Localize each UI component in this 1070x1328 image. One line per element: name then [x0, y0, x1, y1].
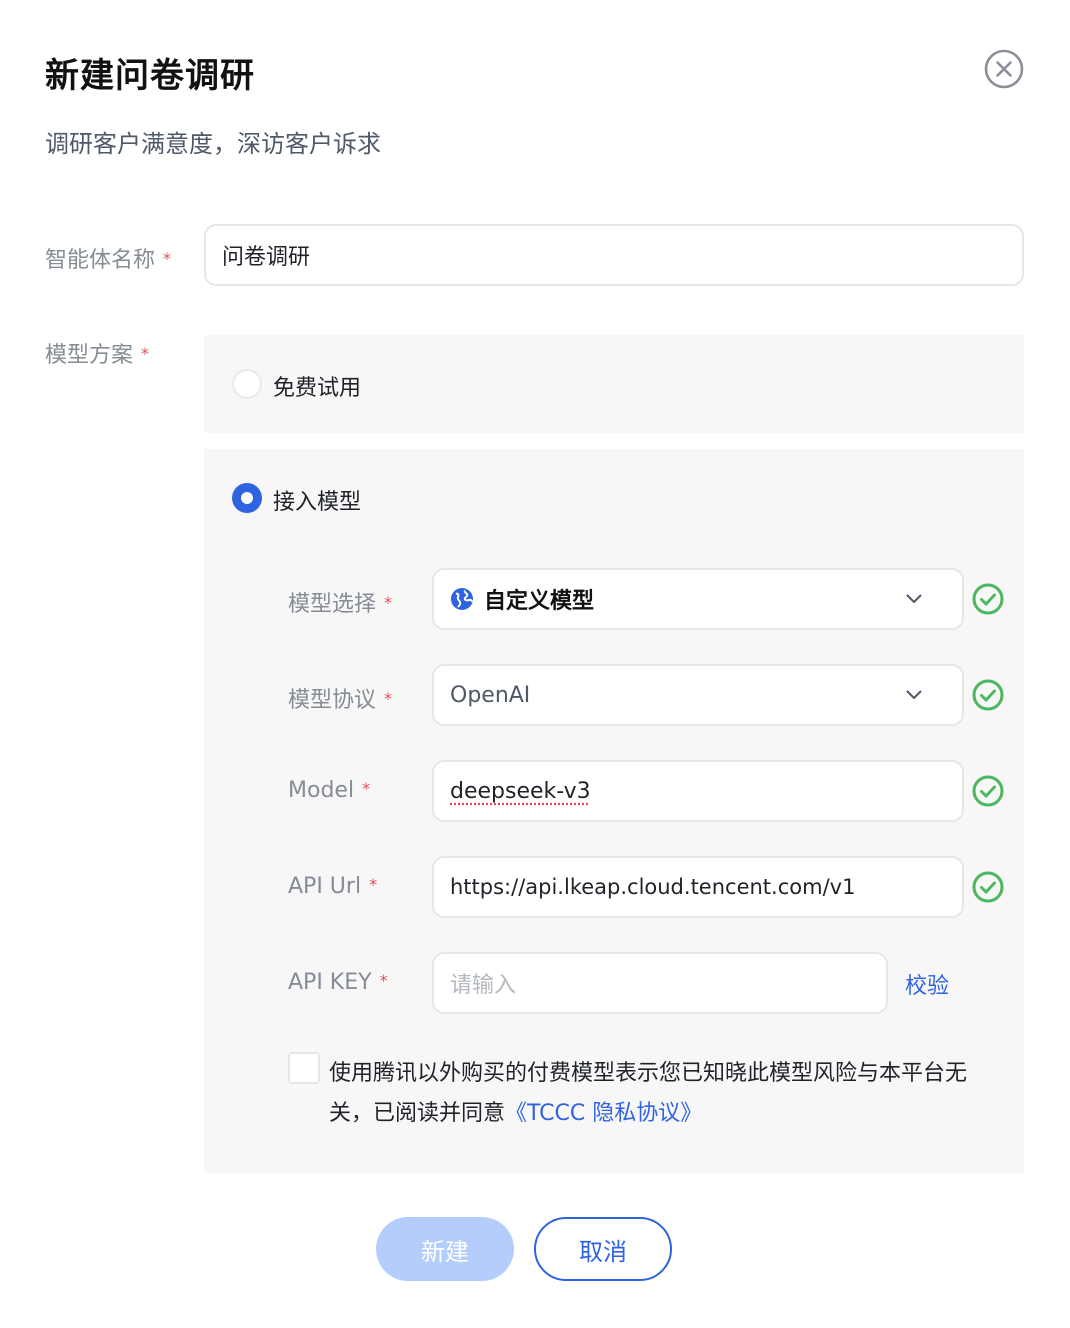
- privacy-agreement-link[interactable]: 《TCCC 隐私协议》: [505, 1101, 702, 1126]
- dialog-title: 新建问卷调研: [45, 56, 255, 96]
- model-label: Model *: [288, 778, 371, 803]
- required-mark: *: [163, 249, 172, 268]
- agreement-checkbox[interactable]: [288, 1052, 320, 1084]
- verify-link[interactable]: 校验: [905, 968, 949, 1000]
- required-mark: *: [362, 779, 371, 798]
- chevron-down-icon: [906, 594, 922, 604]
- create-button[interactable]: 新建: [376, 1217, 514, 1281]
- model-value: deepseek-v3: [450, 778, 591, 804]
- agent-name-label: 智能体名称 *: [45, 248, 172, 273]
- free-trial-radio[interactable]: [232, 369, 262, 399]
- agreement-text: 使用腾讯以外购买的付费模型表示您已知晓此模型风险与本平台无关，已阅读并同意《TC…: [329, 1061, 968, 1126]
- chevron-down-icon: [906, 690, 922, 700]
- api-key-label: API KEY *: [288, 970, 388, 995]
- required-mark: *: [369, 875, 378, 894]
- model-select-label: 模型选择 *: [288, 592, 393, 617]
- required-mark: *: [379, 971, 388, 990]
- check-circle-icon: [972, 583, 1004, 615]
- dialog-subtitle: 调研客户满意度，深访客户诉求: [45, 130, 381, 158]
- model-plan-label: 模型方案 *: [45, 343, 150, 368]
- globe-icon: [451, 588, 473, 610]
- api-key-placeholder: 请输入: [450, 973, 517, 998]
- model-select-value: 自定义模型: [484, 589, 595, 614]
- model-select-dropdown[interactable]: 自定义模型: [432, 568, 964, 630]
- required-mark: *: [384, 689, 393, 708]
- api-url-value: https://api.lkeap.cloud.tencent.com/v1: [450, 875, 856, 899]
- check-circle-icon: [972, 775, 1004, 807]
- custom-model-label: 接入模型: [273, 490, 362, 515]
- close-circle-icon[interactable]: [984, 49, 1024, 89]
- required-mark: *: [141, 344, 150, 363]
- custom-model-radio[interactable]: [232, 483, 262, 513]
- protocol-value: OpenAI: [450, 682, 531, 708]
- protocol-dropdown[interactable]: OpenAI: [432, 664, 964, 726]
- agent-name-input[interactable]: 问卷调研: [204, 224, 1024, 286]
- api-key-input[interactable]: 请输入: [432, 952, 888, 1014]
- api-url-input[interactable]: https://api.lkeap.cloud.tencent.com/v1: [432, 856, 964, 918]
- protocol-label: 模型协议 *: [288, 688, 393, 713]
- cancel-button[interactable]: 取消: [534, 1217, 672, 1281]
- check-circle-icon: [972, 679, 1004, 711]
- required-mark: *: [384, 593, 393, 612]
- check-circle-icon: [972, 871, 1004, 903]
- api-url-label: API Url *: [288, 874, 378, 899]
- agent-name-value: 问卷调研: [222, 245, 311, 270]
- model-input[interactable]: deepseek-v3: [432, 760, 964, 822]
- free-trial-label: 免费试用: [273, 376, 362, 401]
